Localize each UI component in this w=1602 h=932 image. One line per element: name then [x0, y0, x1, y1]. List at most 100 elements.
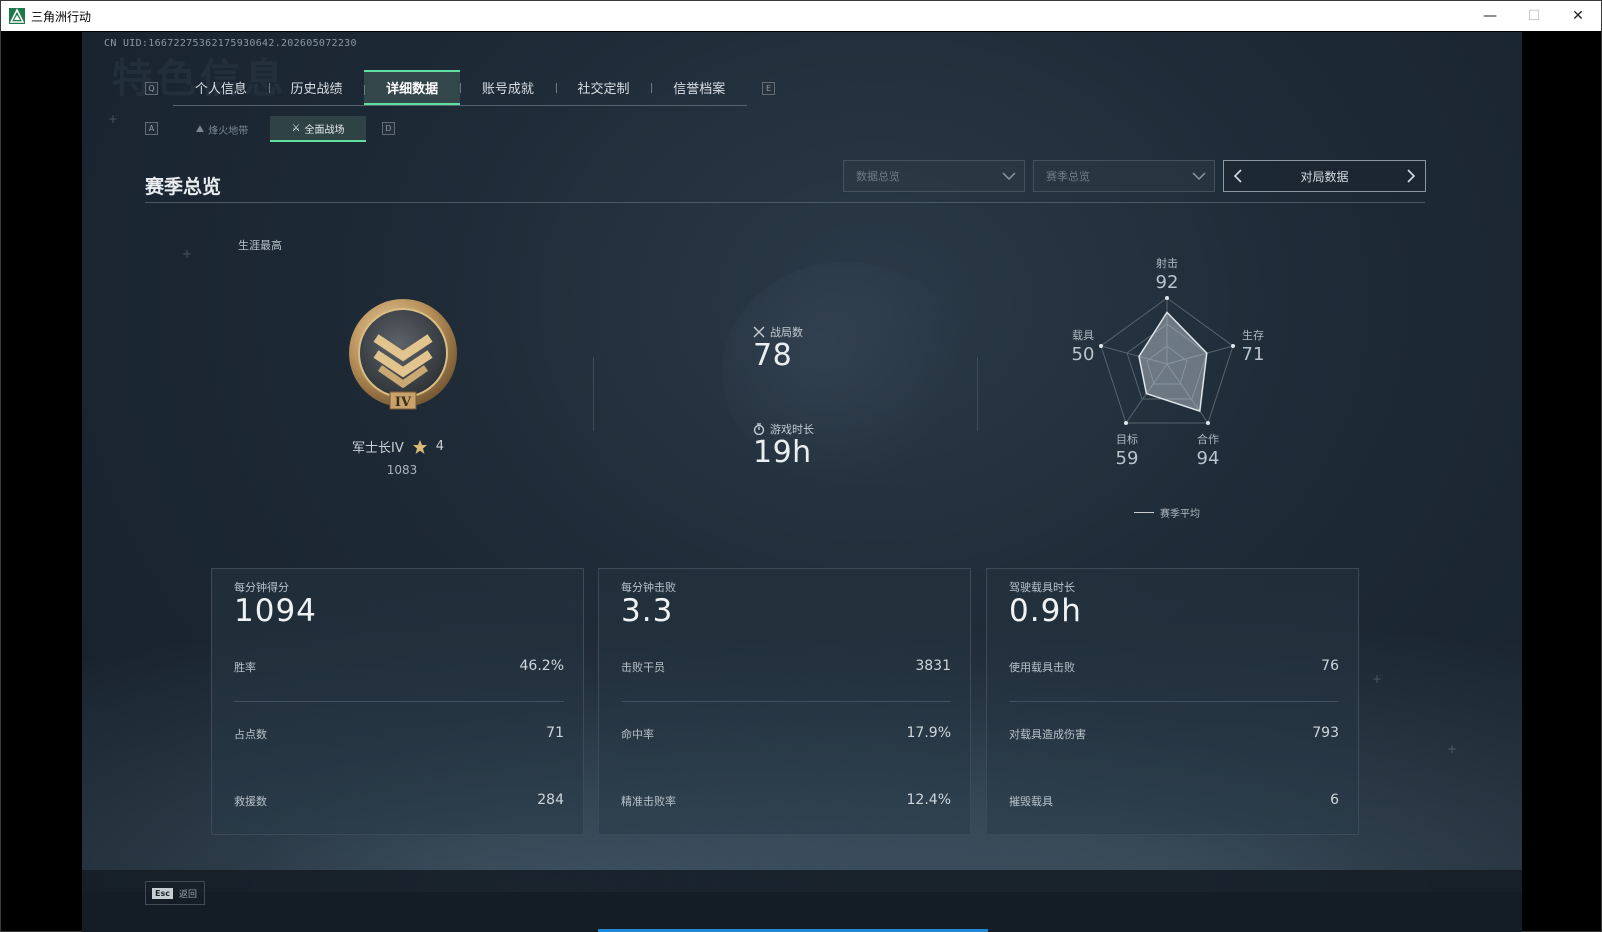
card-row: 占点数 71 — [234, 725, 564, 746]
subtab-operations[interactable]: ⛰ 烽火地带 — [174, 116, 270, 142]
card-row: 命中率 17.9% — [621, 725, 951, 746]
row-value: 17.9% — [906, 725, 951, 741]
subtab-warfare[interactable]: ⚔ 全面战场 — [270, 116, 366, 142]
minimize-button[interactable]: — — [1467, 1, 1513, 31]
window-title: 三角洲行动 — [31, 10, 92, 24]
tab-detailed-data[interactable]: 详细数据 — [364, 70, 461, 105]
row-value: 284 — [537, 792, 564, 808]
game-window: 三角洲行动 — ☐ ✕ 特色信息 CN UID:1667227536217593… — [0, 0, 1602, 932]
row-value: 76 — [1321, 658, 1339, 674]
row-divider — [1009, 701, 1339, 702]
row-label: 摧毁载具 — [1009, 795, 1053, 808]
radar-value-teamwork: 94 — [1196, 448, 1220, 469]
uid-label: CN UID:16672275362175930642.202605072230 — [104, 38, 357, 49]
card-row: 救援数 284 — [234, 792, 564, 813]
season-overview-dropdown[interactable]: 赛季总览 — [1033, 160, 1215, 192]
chevron-right-icon[interactable] — [1403, 168, 1419, 184]
title-bar: 三角洲行动 — ☐ ✕ — [1, 1, 1601, 31]
crossed-swords-icon — [753, 326, 765, 338]
warfare-icon: ⚔ — [291, 122, 301, 134]
row-label: 救援数 — [234, 795, 267, 808]
match-data-pager: 对局数据 — [1223, 160, 1426, 192]
radar-value-objective: 59 — [1115, 448, 1139, 469]
card-row: 精准击败率 12.4% — [621, 792, 951, 813]
tab-credit-record[interactable]: 信誉档案 — [651, 70, 747, 105]
rank-name: 军士长IV — [352, 441, 404, 456]
row-label: 胜率 — [234, 661, 256, 674]
radar-chart — [1099, 296, 1235, 425]
section-title: 赛季总览 — [145, 176, 222, 198]
row-value: 71 — [546, 725, 564, 741]
main-tabs: 个人信息 历史战绩 详细数据 账号成就 社交定制 信誉档案 — [173, 70, 747, 106]
app-logo-icon — [9, 8, 25, 24]
row-value: 6 — [1330, 792, 1339, 808]
tab-account-achievements[interactable]: 账号成就 — [460, 70, 556, 105]
matches-value: 78 — [753, 338, 793, 373]
close-button[interactable]: ✕ — [1555, 1, 1601, 31]
row-divider — [234, 701, 564, 702]
data-overview-dropdown[interactable]: 数据总览 — [843, 160, 1025, 192]
radar-value-shooting: 92 — [1155, 272, 1179, 293]
rank-score: 1083 — [386, 463, 418, 477]
tab-social-customization[interactable]: 社交定制 — [555, 70, 652, 105]
tab-next-key[interactable]: E — [762, 82, 775, 95]
radar-legend: 赛季平均 — [1134, 505, 1200, 520]
tab-personal-info[interactable]: 个人信息 — [173, 70, 269, 105]
playtime-value: 19h — [753, 435, 812, 470]
vertical-divider — [977, 357, 978, 431]
subtab-prev-key[interactable]: A — [145, 122, 158, 135]
pager-label: 对局数据 — [1300, 169, 1349, 184]
data-overview-dropdown-label: 数据总览 — [856, 170, 900, 183]
operations-icon: ⛰ — [195, 123, 205, 135]
corner-crosshair: + — [182, 247, 193, 261]
radar-label-vehicle: 载具 — [1072, 329, 1094, 342]
row-label: 击败干员 — [621, 661, 665, 674]
maximize-button[interactable]: ☐ — [1511, 1, 1557, 31]
back-button[interactable]: Esc 返回 — [145, 881, 205, 905]
vehicle-time-card: 驾驶载具时长 0.9h 使用载具击败 76 对载具造成伤害 793 摧毁载具 6 — [986, 568, 1359, 835]
career-highest-label: 生涯最高 — [238, 239, 282, 252]
card-main-value: 3.3 — [621, 593, 674, 629]
radar-value-vehicle: 50 — [1071, 344, 1095, 365]
esc-key-icon: Esc — [152, 887, 173, 899]
corner-crosshair: + — [1372, 672, 1383, 686]
season-overview-dropdown-label: 赛季总览 — [1046, 170, 1090, 183]
row-label: 精准击败率 — [621, 795, 676, 808]
card-row: 胜率 46.2% — [234, 658, 564, 679]
row-value: 46.2% — [519, 658, 564, 674]
radar-value-survival: 71 — [1241, 344, 1265, 365]
card-row: 击败干员 3831 — [621, 658, 951, 679]
row-divider — [621, 701, 951, 702]
timer-icon — [753, 423, 765, 435]
minimize-icon: — — [1483, 8, 1497, 24]
card-row: 对载具造成伤害 793 — [1009, 725, 1339, 746]
back-label: 返回 — [178, 889, 197, 900]
subtab-operations-label: 烽火地带 — [208, 125, 249, 137]
mode-subtabs: ⛰ 烽火地带 ⚔ 全面战场 — [174, 116, 366, 142]
row-label: 使用载具击败 — [1009, 661, 1075, 674]
corner-crosshair: + — [108, 112, 119, 126]
row-label: 对载具造成伤害 — [1009, 728, 1086, 741]
row-label: 命中率 — [621, 728, 654, 741]
chevron-left-icon[interactable] — [1230, 168, 1246, 184]
rank-stars: 4 — [435, 439, 445, 454]
game-stage: 特色信息 CN UID:16672275362175930642.2026050… — [82, 32, 1522, 932]
score-per-minute-card: 每分钟得分 1094 胜率 46.2% 占点数 71 救援数 284 — [211, 568, 584, 835]
section-divider — [145, 202, 1425, 203]
row-label: 占点数 — [234, 728, 267, 741]
tab-prev-key[interactable]: Q — [145, 82, 158, 95]
chevron-down-icon — [1192, 172, 1206, 181]
subtab-next-key[interactable]: D — [382, 122, 395, 135]
chevron-down-icon — [1002, 172, 1016, 181]
legend-line — [1134, 512, 1154, 513]
corner-crosshair: + — [1447, 742, 1458, 756]
kills-per-minute-card: 每分钟击败 3.3 击败干员 3831 命中率 17.9% 精准击败率 12.4% — [598, 568, 971, 835]
maximize-icon: ☐ — [1527, 8, 1541, 24]
card-row: 使用载具击败 76 — [1009, 658, 1339, 679]
rank-badge-icon: IV — [349, 299, 457, 410]
footer-bar: Esc 返回 — [82, 870, 1522, 932]
legend-label: 赛季平均 — [1160, 509, 1200, 520]
card-main-value: 1094 — [234, 593, 317, 629]
tab-match-history[interactable]: 历史战绩 — [268, 70, 365, 105]
radar-label-teamwork: 合作 — [1197, 433, 1219, 446]
